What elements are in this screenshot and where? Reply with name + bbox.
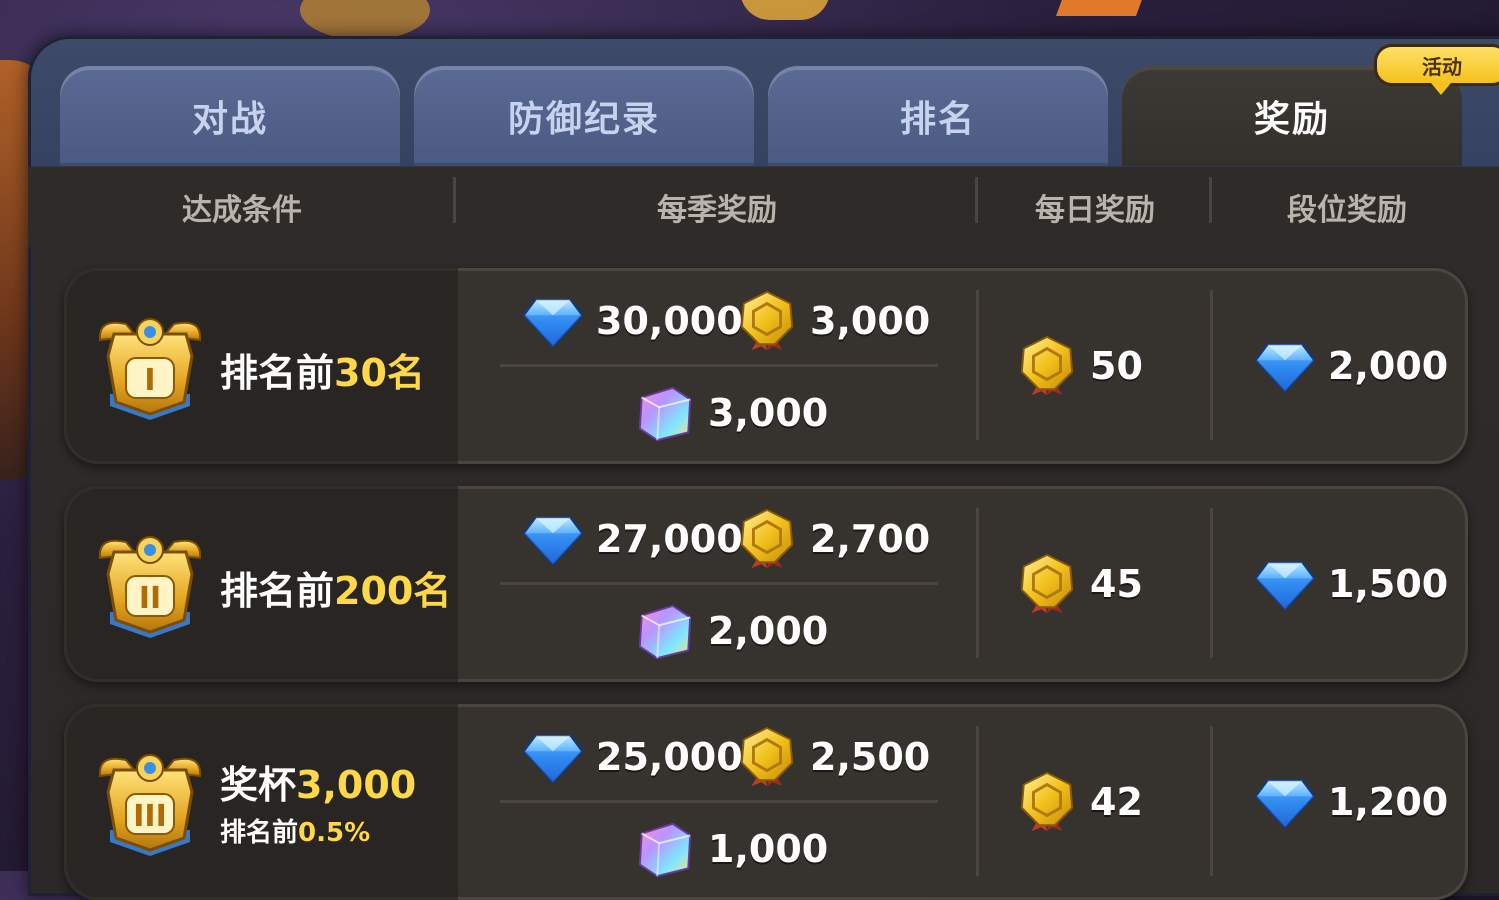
condition-highlight: 3,000 [296, 763, 417, 807]
header-season-reward: 每季奖励 [456, 177, 978, 229]
row-divider [500, 800, 938, 803]
tier-gems: 2,000 [1254, 335, 1448, 397]
season-coins-value: 3,000 [810, 299, 931, 343]
condition-cell: I 排名前30名 [64, 268, 458, 464]
rank-medal-icon: III [98, 754, 202, 856]
medal-tier-label: I [144, 363, 155, 398]
column-divider [976, 290, 979, 440]
reward-row: I 排名前30名 30,000 3,000 3,000 50 2,000 [64, 268, 1468, 464]
event-badge: 活动 [1374, 44, 1499, 95]
row-divider [500, 364, 938, 367]
gem-icon [1254, 771, 1316, 833]
column-divider [1210, 290, 1213, 440]
column-divider [976, 726, 979, 876]
tier-gems-value: 1,500 [1328, 562, 1449, 606]
reward-row: II 排名前200名 27,000 2,700 2,000 45 1,500 [64, 486, 1468, 682]
rainbow-cube-icon [634, 382, 696, 444]
tab-bar: 对战 防御纪录 排名 奖励 [60, 66, 1462, 166]
season-gems-value: 30,000 [596, 299, 743, 343]
season-coins: 2,700 [736, 508, 930, 570]
rank-medal-icon: I [98, 318, 202, 420]
medal-tier-label: III [133, 799, 167, 834]
gold-coin-icon [1016, 771, 1078, 833]
tier-gems-value: 2,000 [1328, 344, 1449, 388]
season-cubes: 3,000 [634, 382, 828, 444]
season-coins: 2,500 [736, 726, 930, 788]
header-daily-reward: 每日奖励 [978, 177, 1212, 229]
daily-coins: 50 [1016, 335, 1143, 397]
condition-text: 奖杯3,000 [220, 754, 416, 809]
season-gems-value: 25,000 [596, 735, 743, 779]
gem-icon [522, 726, 584, 788]
condition-prefix: 排名前 [220, 351, 335, 395]
condition-prefix: 排名前 [220, 569, 335, 613]
condition-subtext: 排名前0.5% [220, 812, 370, 849]
table-header: 达成条件 每季奖励 每日奖励 段位奖励 [28, 167, 1499, 247]
daily-coins-value: 45 [1090, 562, 1143, 606]
rewards-panel: 对战 防御纪录 排名 奖励 活动 达成条件 每季奖励 每日奖励 段位奖励 I 排名… [28, 36, 1499, 900]
gold-coin-icon [1016, 335, 1078, 397]
tier-gems: 1,500 [1254, 553, 1448, 615]
condition-cell: II 排名前200名 [64, 486, 458, 682]
row-divider [500, 582, 938, 585]
condition-highlight: 200名 [334, 569, 452, 613]
daily-coins-value: 42 [1090, 780, 1143, 824]
gem-icon [1254, 553, 1316, 615]
season-cubes-value: 2,000 [708, 609, 829, 653]
condition-prefix: 奖杯 [220, 763, 297, 807]
season-gems-value: 27,000 [596, 517, 743, 561]
tier-gems: 1,200 [1254, 771, 1448, 833]
header-tier-reward: 段位奖励 [1287, 193, 1407, 228]
daily-coins-value: 50 [1090, 344, 1143, 388]
tab-ranking[interactable]: 排名 [768, 66, 1108, 166]
column-divider [976, 508, 979, 658]
tab-battle[interactable]: 对战 [60, 66, 400, 166]
header-condition: 达成条件 [28, 177, 456, 229]
season-cubes-value: 1,000 [708, 827, 829, 871]
column-divider [1210, 726, 1213, 876]
season-gems: 25,000 [522, 726, 743, 788]
condition-highlight: 30名 [334, 351, 425, 395]
gold-coin-icon [736, 508, 798, 570]
daily-coins: 42 [1016, 771, 1143, 833]
condition-text: 排名前200名 [220, 560, 451, 615]
gold-coin-icon [736, 290, 798, 352]
background-ornament [740, 0, 830, 20]
season-coins-value: 2,700 [810, 517, 931, 561]
season-gems: 27,000 [522, 508, 743, 570]
rank-medal-icon: II [98, 536, 202, 638]
background-ornament [300, 0, 430, 40]
gold-coin-icon [1016, 553, 1078, 615]
background-ornament [1055, 0, 1145, 16]
gem-icon [522, 508, 584, 570]
condition-sub-highlight: 0.5% [298, 818, 371, 848]
season-gems: 30,000 [522, 290, 743, 352]
season-coins-value: 2,500 [810, 735, 931, 779]
season-cubes: 2,000 [634, 600, 828, 662]
gold-coin-icon [736, 726, 798, 788]
daily-coins: 45 [1016, 553, 1143, 615]
season-cubes-value: 3,000 [708, 391, 829, 435]
gem-icon [522, 290, 584, 352]
condition-text: 排名前30名 [220, 342, 425, 397]
medal-tier-label: II [139, 581, 161, 616]
tier-gems-value: 1,200 [1328, 780, 1449, 824]
tab-defense-record[interactable]: 防御纪录 [414, 66, 754, 166]
season-coins: 3,000 [736, 290, 930, 352]
condition-sub-prefix: 排名前 [220, 818, 299, 848]
gem-icon [1254, 335, 1316, 397]
column-divider [1210, 508, 1213, 658]
rainbow-cube-icon [634, 600, 696, 662]
